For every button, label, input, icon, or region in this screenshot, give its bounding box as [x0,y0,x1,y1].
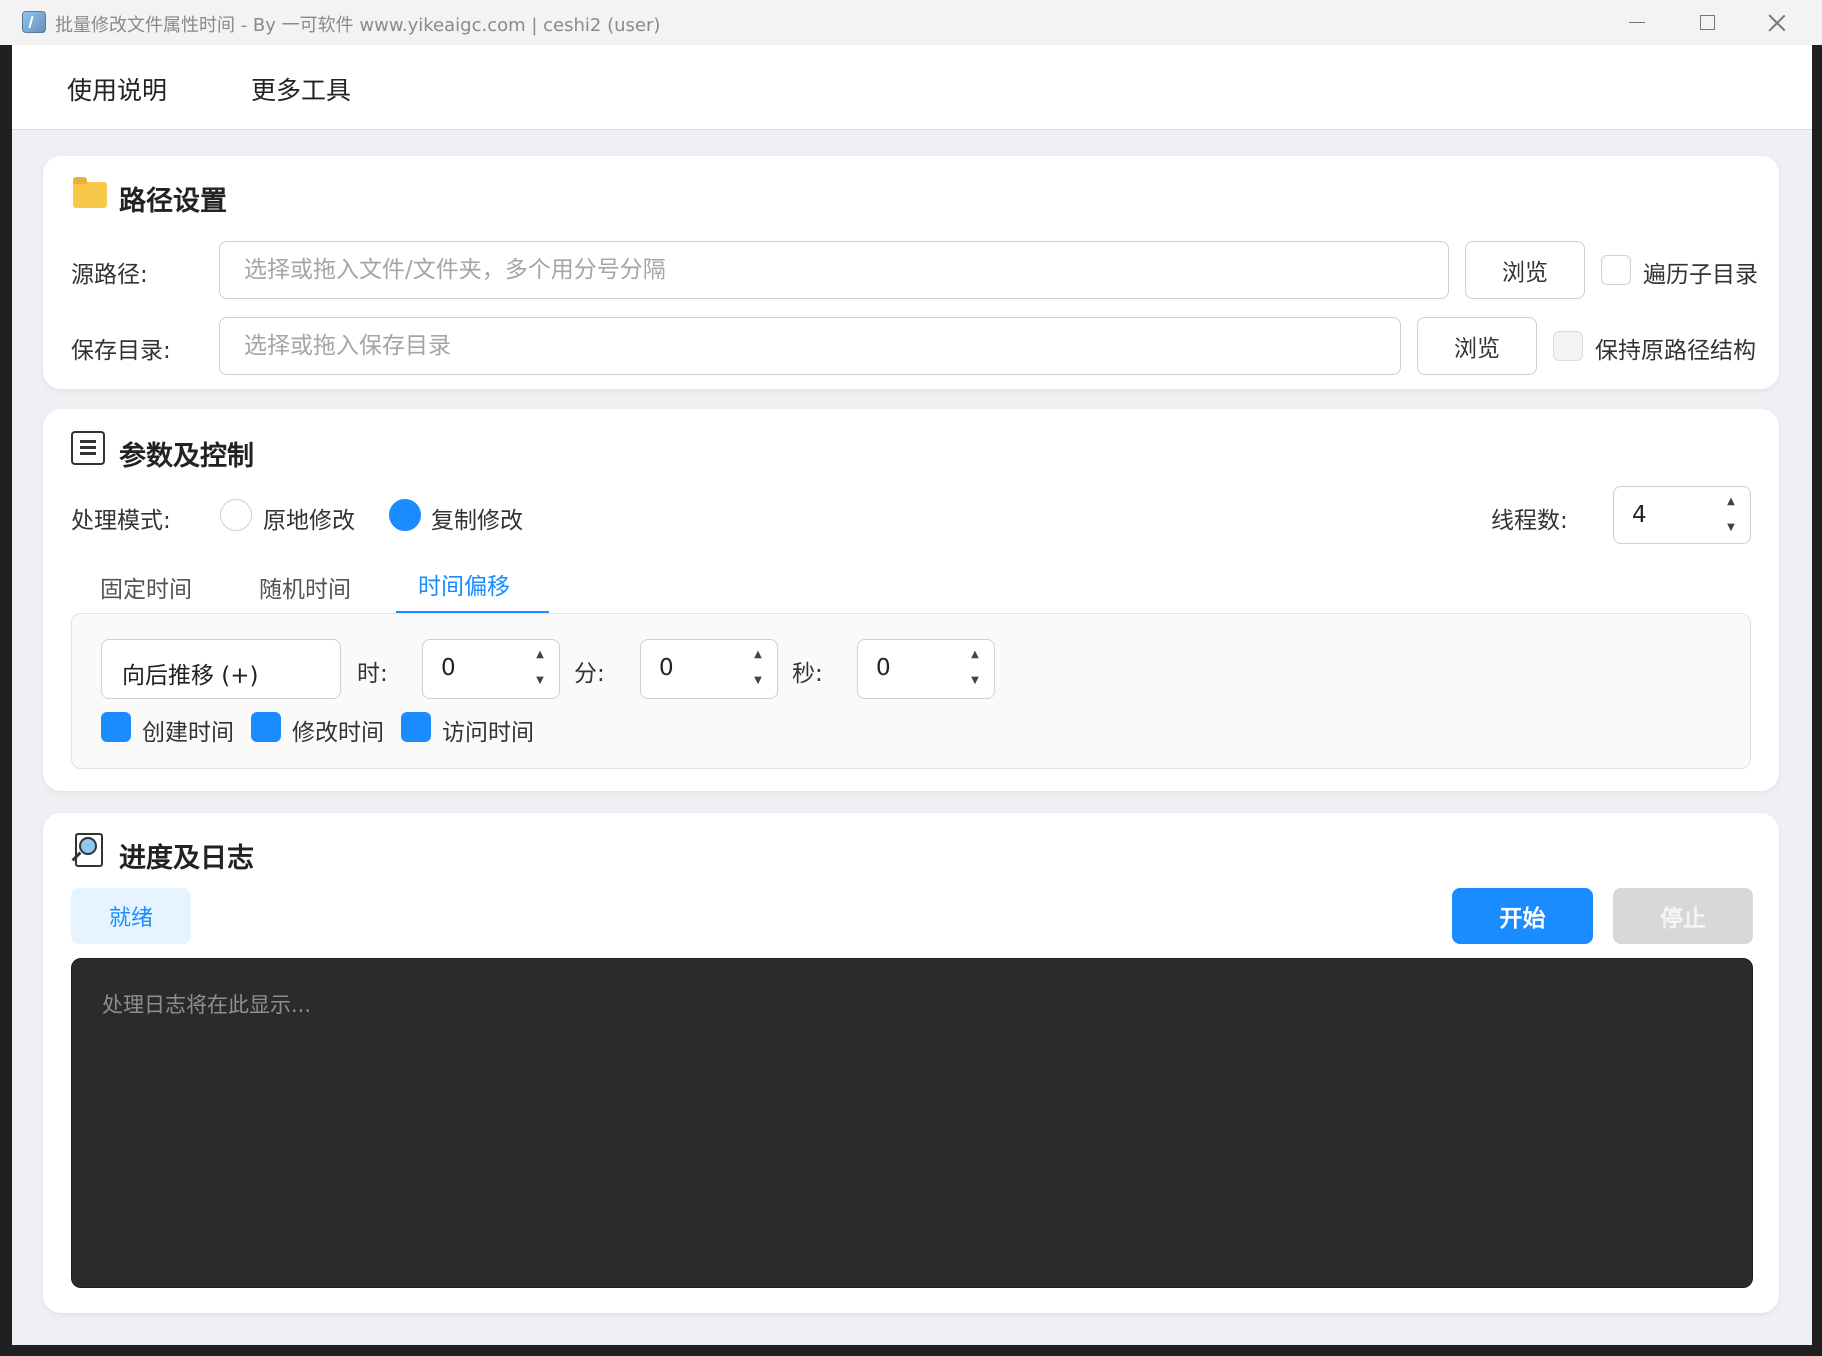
minimize-icon [1629,21,1645,24]
save-dir-label: 保存目录: [71,338,171,364]
spin-down-icon[interactable]: ▼ [754,676,762,686]
hours-spinbox[interactable]: 0 ▲ ▼ [422,639,560,699]
seconds-spinbox[interactable]: 0 ▲ ▼ [857,639,995,699]
spin-up-icon[interactable]: ▲ [1727,497,1735,507]
spin-down-icon[interactable]: ▼ [1727,523,1735,533]
source-path-label: 源路径: [71,262,148,288]
mode-copy-label: 复制修改 [431,508,523,534]
folder-icon [73,177,107,208]
save-dir-input[interactable] [219,317,1401,375]
spin-up-icon[interactable]: ▲ [536,650,544,660]
hours-label: 时: [357,661,388,687]
mode-inplace-radio[interactable] [220,499,252,531]
minutes-spinbox[interactable]: 0 ▲ ▼ [640,639,778,699]
spin-down-icon[interactable]: ▼ [536,676,544,686]
log-card: 进度及日志 就绪 开始 停止 [43,813,1779,1313]
log-output[interactable] [71,958,1753,1288]
mode-copy-radio[interactable] [389,499,421,531]
params-title: 参数及控制 [119,441,254,472]
status-badge: 就绪 [71,888,191,944]
start-button[interactable]: 开始 [1452,888,1593,944]
source-path-input[interactable] [219,241,1449,299]
maximize-icon [1699,15,1715,30]
threads-spinbox[interactable]: 4 ▲ ▼ [1613,486,1751,544]
document-list-icon [71,431,105,465]
app-icon [22,11,46,33]
tab-random-time[interactable]: 随机时间 [259,570,351,604]
modify-time-label: 修改时间 [292,720,384,746]
offset-direction-select[interactable]: 向后推移 (+) [101,639,341,699]
recurse-subdirs-checkbox[interactable] [1601,255,1631,285]
menu-more-tools[interactable]: 更多工具 [251,71,351,107]
tab-time-offset[interactable]: 时间偏移 [418,567,510,601]
mode-label: 处理模式: [71,508,171,534]
keep-structure-label: 保持原路径结构 [1595,338,1756,364]
maximize-button[interactable] [1672,0,1742,45]
source-browse-button[interactable]: 浏览 [1465,241,1585,299]
access-time-checkbox[interactable] [401,712,431,742]
params-card: 参数及控制 处理模式: 原地修改 复制修改 线程数: 4 ▲ ▼ 固定时间 随机时… [43,409,1779,791]
seconds-value: 0 [876,655,891,681]
create-time-checkbox[interactable] [101,712,131,742]
window-title: 批量修改文件属性时间 - By 一可软件 www.yikeaigc.com | … [55,15,661,36]
close-button[interactable] [1742,0,1812,45]
menu-usage[interactable]: 使用说明 [67,71,167,107]
minutes-value: 0 [659,655,674,681]
log-search-icon [71,833,105,869]
title-bar: 批量修改文件属性时间 - By 一可软件 www.yikeaigc.com | … [0,0,1822,45]
spin-up-icon[interactable]: ▲ [971,650,979,660]
path-settings-title: 路径设置 [119,186,227,217]
save-browse-button[interactable]: 浏览 [1417,317,1537,375]
seconds-label: 秒: [792,661,823,687]
app-client: 使用说明 更多工具 路径设置 源路径: 浏览 遍历子目录 保存目录: 浏览 保持… [12,45,1812,1345]
menu-bar: 使用说明 更多工具 [12,45,1812,130]
minutes-label: 分: [574,661,605,687]
threads-value: 4 [1632,502,1647,528]
mode-inplace-label: 原地修改 [263,508,355,534]
log-title: 进度及日志 [119,843,254,874]
minutes-spin-arrows[interactable]: ▲ ▼ [753,650,763,686]
threads-label: 线程数: [1491,508,1568,534]
spin-down-icon[interactable]: ▼ [971,676,979,686]
spin-up-icon[interactable]: ▲ [754,650,762,660]
threads-spin-arrows[interactable]: ▲ ▼ [1726,497,1736,533]
recurse-subdirs-label: 遍历子目录 [1643,262,1758,288]
access-time-label: 访问时间 [442,720,534,746]
path-settings-card: 路径设置 源路径: 浏览 遍历子目录 保存目录: 浏览 保持原路径结构 [43,156,1779,389]
seconds-spin-arrows[interactable]: ▲ ▼ [970,650,980,686]
modify-time-checkbox[interactable] [251,712,281,742]
keep-structure-checkbox[interactable] [1553,331,1583,361]
time-offset-panel: 向后推移 (+) 时: 0 ▲ ▼ 分: 0 ▲ ▼ 秒: 0 ▲ ▼ 创建时间 修改… [71,613,1751,769]
create-time-label: 创建时间 [142,720,234,746]
hours-value: 0 [441,655,456,681]
stop-button[interactable]: 停止 [1613,888,1753,944]
tab-fixed-time[interactable]: 固定时间 [100,570,192,604]
hours-spin-arrows[interactable]: ▲ ▼ [535,650,545,686]
minimize-button[interactable] [1602,0,1672,45]
close-icon [1768,14,1786,32]
